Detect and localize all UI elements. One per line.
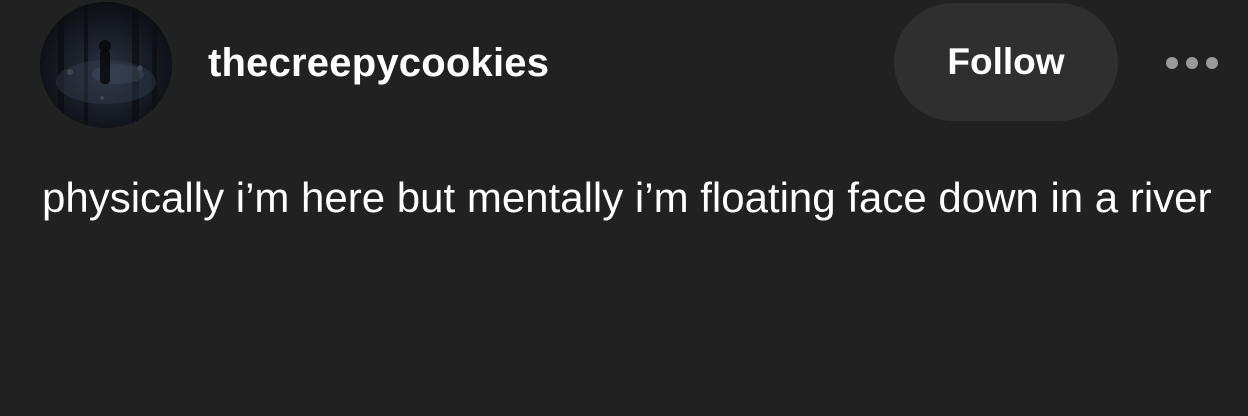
post-body-text: physically i’m here but mentally i’m flo…	[42, 174, 1212, 221]
avatar[interactable]	[40, 2, 172, 128]
more-options-icon	[1166, 57, 1218, 69]
post-card: thecreepycookies Follow physically i’m h…	[0, 0, 1248, 416]
post-header: thecreepycookies Follow	[0, 0, 1248, 140]
follow-button[interactable]: Follow	[894, 3, 1118, 121]
more-options-button[interactable]	[1160, 50, 1224, 76]
author-username[interactable]: thecreepycookies	[208, 40, 549, 86]
dark-forest-avatar-icon	[40, 2, 172, 128]
